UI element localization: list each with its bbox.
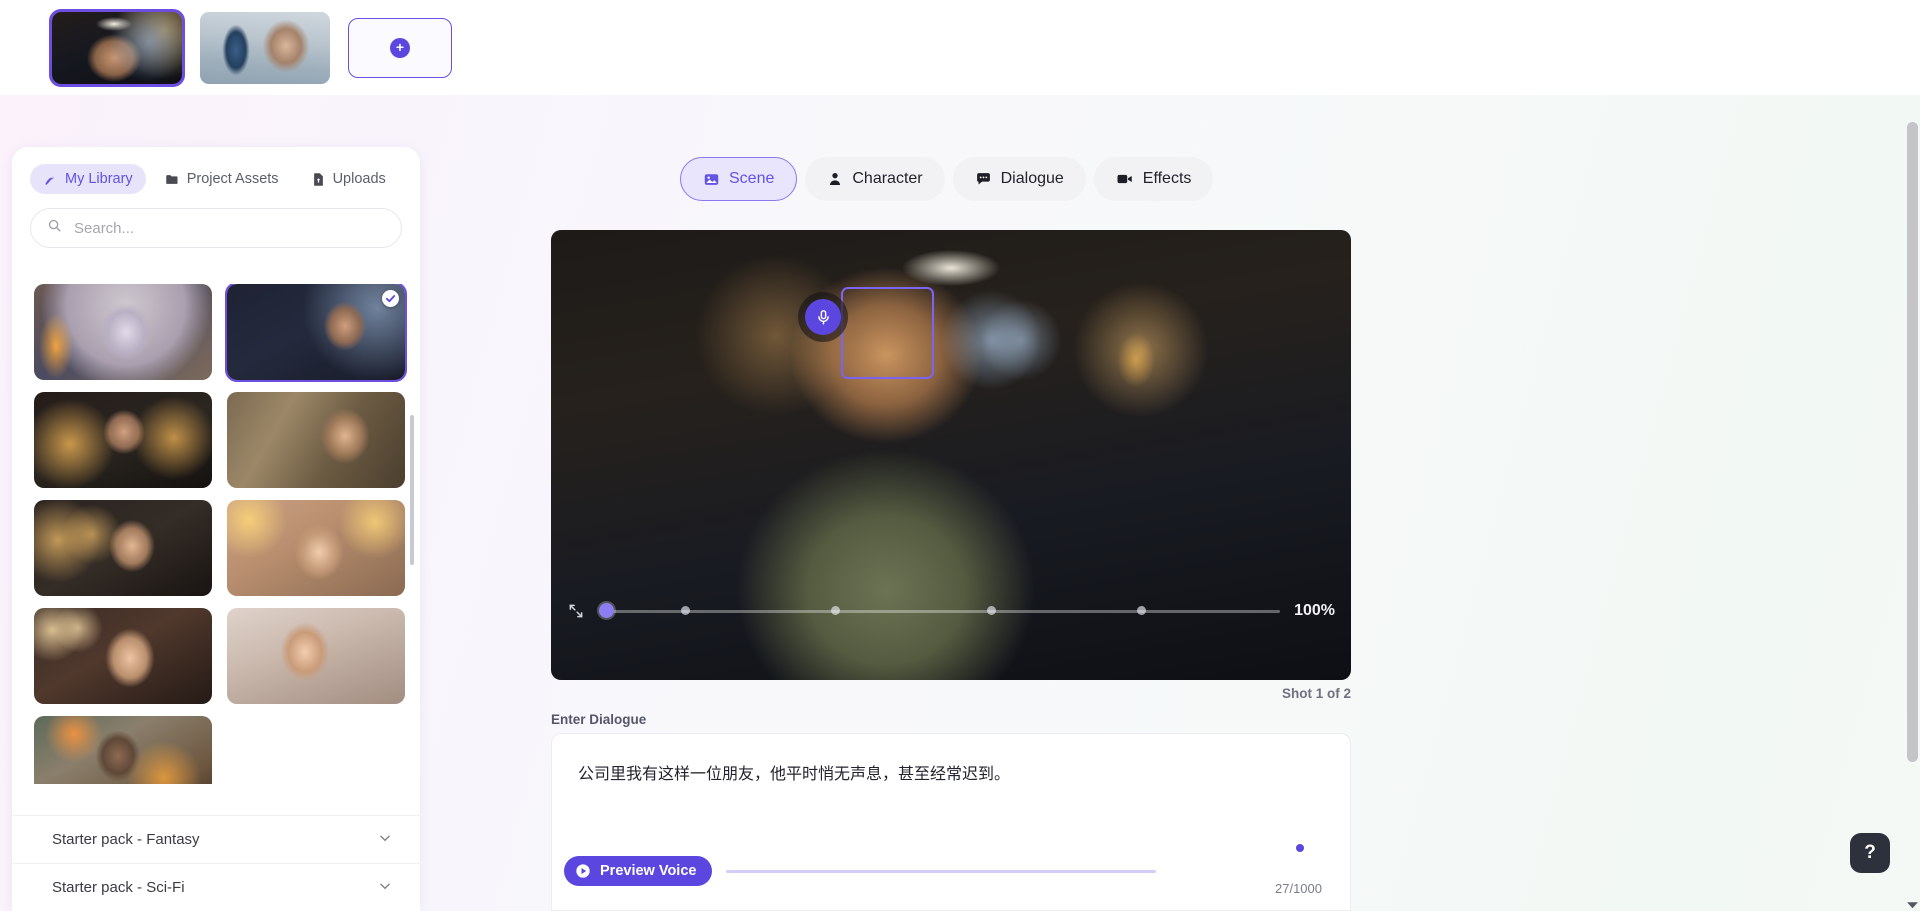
asset-item[interactable] [34,608,212,704]
library-tab-my-library[interactable]: My Library [30,164,146,194]
library-tab-project-assets[interactable]: Project Assets [152,164,292,194]
asset-item[interactable] [34,284,212,380]
zoom-knob[interactable] [599,603,614,618]
upload-file-icon [311,172,326,187]
starter-pack-list: Starter pack - Fantasy Starter pack - Sc… [12,815,420,911]
search-area [12,202,420,258]
tab-label: Character [852,170,923,187]
asset-grid-scroll[interactable] [12,284,420,784]
app-root: + My Library Project Assets Uploads Sear… [0,0,1920,911]
starter-pack-label: Starter pack - Sci-Fi [52,879,185,896]
library-tab-bar: My Library Project Assets Uploads [12,147,420,202]
search-input[interactable] [74,219,385,237]
editor-tab-bar: Scene Character Dialogue Effects [680,157,1214,201]
asset-grid [34,284,407,784]
tab-effects[interactable]: Effects [1093,157,1214,201]
asset-item[interactable] [34,392,212,488]
asset-item[interactable] [227,392,405,488]
asset-item[interactable] [227,500,405,596]
dialogue-label: Enter Dialogue [551,712,647,727]
library-scrollbar[interactable] [410,415,414,565]
help-button[interactable]: ? [1850,833,1890,873]
image-icon [703,171,720,188]
tab-character[interactable]: Character [805,157,945,201]
library-tab-label: My Library [65,171,133,187]
dialogue-text[interactable]: 公司里我有这样一位朋友，他平时悄无声息，甚至经常迟到。 [578,762,1324,788]
play-icon [575,863,591,879]
page-scrollbar-thumb[interactable] [1907,122,1918,762]
face-selection-box[interactable] [805,287,934,379]
asset-item-selected[interactable] [225,284,407,382]
asset-item[interactable] [227,608,405,704]
expand-arrows-icon[interactable] [567,602,585,620]
folder-icon [165,172,180,187]
zoom-tick [987,606,997,615]
shot-strip: + [0,0,1920,95]
shot-thumbnail-1[interactable] [49,8,185,87]
scroll-down-arrow-icon[interactable] [1906,897,1919,909]
zoom-tick [1137,606,1147,615]
preview-voice-label: Preview Voice [600,863,697,879]
chevron-down-icon [378,831,392,849]
tab-dialogue[interactable]: Dialogue [952,157,1086,201]
tab-label: Effects [1142,170,1192,187]
zoom-tick [830,606,840,615]
person-icon [827,171,843,187]
zoom-tick [680,606,690,615]
dialogue-input-card[interactable]: 公司里我有这样一位朋友，他平时悄无声息，甚至经常迟到。 Preview Voic… [551,733,1351,911]
starter-pack-fantasy-row[interactable]: Starter pack - Fantasy [12,815,420,863]
video-camera-icon [1116,170,1134,188]
preview-voice-button[interactable]: Preview Voice [564,856,713,886]
tab-label: Scene [729,170,775,187]
tab-scene[interactable]: Scene [680,157,798,201]
asset-item[interactable] [34,500,212,596]
tab-label: Dialogue [1000,170,1064,187]
plus-icon: + [390,37,410,58]
dialogue-toolbar: Preview Voice [552,854,1352,888]
starter-pack-label: Starter pack - Fantasy [52,831,200,848]
search-box[interactable] [30,208,402,248]
library-tab-label: Project Assets [186,171,279,187]
add-shot-button[interactable]: + [348,17,452,78]
shot-thumbnail-2[interactable] [200,11,330,84]
asset-item[interactable] [34,716,212,784]
preview-controls: 100% [551,594,1351,628]
scene-preview[interactable]: 100% [551,230,1351,680]
library-icon [43,172,58,187]
library-tab-uploads[interactable]: Uploads [298,164,399,194]
character-counter: 27/1000 [1275,881,1322,896]
zoom-slider[interactable] [599,603,1281,618]
recording-indicator-dot [1296,844,1304,852]
check-icon [382,290,399,307]
library-tab-label: Uploads [332,171,386,187]
starter-pack-scifi-row[interactable]: Starter pack - Sci-Fi [12,863,420,911]
audio-progress-track[interactable] [726,869,1157,873]
microphone-icon-button[interactable] [805,299,841,335]
chevron-down-icon [378,879,392,897]
zoom-track [599,610,1281,613]
search-icon [47,218,62,238]
shot-counter: Shot 1 of 2 [1281,686,1351,701]
chat-bubble-icon [975,171,992,188]
asset-library-panel: My Library Project Assets Uploads Search… [12,147,420,911]
zoom-level-label: 100% [1294,602,1335,619]
